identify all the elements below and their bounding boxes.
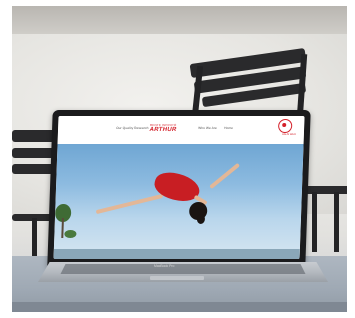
model-label: MacBook Pro [154, 264, 175, 268]
logo-main-text: ARTHUR [149, 127, 177, 133]
laptop-trackpad [150, 276, 204, 280]
table-edge [12, 302, 347, 312]
seal-icon [277, 119, 293, 133]
seal-text: HAUS WER [281, 133, 296, 136]
site-logo[interactable]: RENTE INFINITO ARTHUR [144, 123, 182, 133]
ground [53, 249, 300, 259]
nav-link-who-we-are[interactable]: Who We Are [198, 126, 217, 130]
laptop-lid: Our Quality Research RENTE INFINITO ARTH… [47, 110, 311, 267]
laptop-keyboard [60, 264, 306, 274]
nav-link-home[interactable]: Home [224, 126, 233, 130]
nav-link-our-quality[interactable]: Our Quality [116, 126, 133, 130]
background-building [12, 6, 347, 34]
laptop-screen: Our Quality Research RENTE INFINITO ARTH… [53, 116, 305, 259]
website-navbar: Our Quality Research RENTE INFINITO ARTH… [57, 116, 305, 145]
hero-image [53, 144, 304, 259]
